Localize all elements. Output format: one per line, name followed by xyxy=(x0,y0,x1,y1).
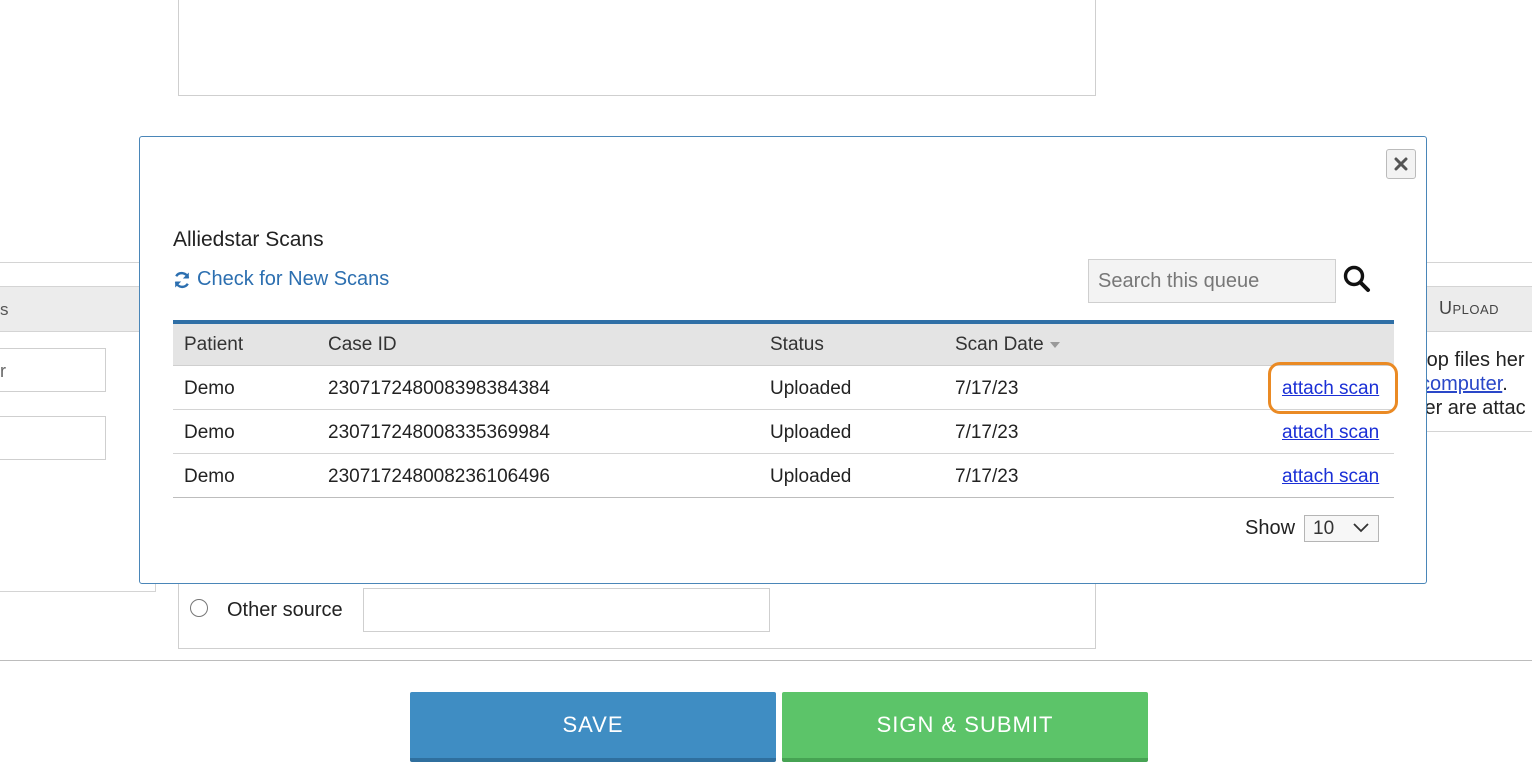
cell-patient: Demo xyxy=(184,422,235,443)
cell-case-id: 230717248008398384384 xyxy=(328,378,550,399)
left-panel-header xyxy=(0,286,140,332)
check-new-scans-link[interactable]: Check for New Scans xyxy=(173,268,389,291)
cell-status: Uploaded xyxy=(770,422,852,443)
page-size-value: 10 xyxy=(1313,517,1335,539)
cell-case-id: 230717248008335369984 xyxy=(328,422,550,443)
search-input[interactable] xyxy=(1088,259,1336,303)
upload-attached-text: ler are attac xyxy=(1420,397,1526,419)
sort-desc-icon xyxy=(1049,341,1060,348)
close-button[interactable] xyxy=(1386,149,1416,179)
cell-patient: Demo xyxy=(184,466,235,487)
left-panel-input-text: r xyxy=(0,361,6,381)
other-source-radio[interactable] xyxy=(190,599,208,617)
upload-panel-title: Upload xyxy=(1439,298,1500,318)
cell-patient: Demo xyxy=(184,378,235,399)
cell-status: Uploaded xyxy=(770,378,852,399)
cell-status: Uploaded xyxy=(770,466,852,487)
other-source-label: Other source xyxy=(227,599,343,621)
cell-scan-date: 7/17/23 xyxy=(955,466,1019,487)
refresh-icon xyxy=(174,271,190,288)
save-button[interactable]: SAVE xyxy=(410,692,776,762)
page-size-select[interactable]: 10 xyxy=(1304,515,1379,542)
check-new-scans-label: Check for New Scans xyxy=(197,268,390,290)
other-source-input[interactable] xyxy=(363,588,770,632)
attach-scan-link[interactable]: attach scan xyxy=(1282,466,1379,488)
cell-case-id: 230717248008236106496 xyxy=(328,466,550,487)
attach-scan-highlight xyxy=(1268,362,1398,414)
show-label: Show xyxy=(1245,517,1296,539)
column-header-patient[interactable]: Patient xyxy=(184,334,243,356)
divider xyxy=(0,660,1532,661)
column-header-scan-date-label: Scan Date xyxy=(955,334,1044,355)
search-icon xyxy=(1343,265,1370,292)
close-icon xyxy=(1394,157,1408,171)
modal-title: Alliedstar Scans xyxy=(173,228,324,251)
column-header-status[interactable]: Status xyxy=(770,334,824,356)
chevron-down-icon xyxy=(1353,523,1369,533)
cell-scan-date: 7/17/23 xyxy=(955,422,1019,443)
upload-drop-text: rop files her xyxy=(1420,349,1525,371)
attach-scan-link[interactable]: attach scan xyxy=(1282,422,1379,444)
left-panel-input-1[interactable] xyxy=(0,348,106,392)
upload-browse-line: computer. xyxy=(1420,373,1508,396)
upload-browse-suffix: . xyxy=(1502,373,1508,395)
search-button[interactable] xyxy=(1342,264,1372,296)
upload-computer-link[interactable]: computer xyxy=(1420,373,1502,395)
notes-textarea[interactable] xyxy=(178,0,1096,96)
sign-submit-button[interactable]: SIGN & SUBMIT xyxy=(782,692,1148,762)
cell-scan-date: 7/17/23 xyxy=(955,378,1019,399)
left-panel-header-text: s xyxy=(0,300,9,319)
column-header-case-id[interactable]: Case ID xyxy=(328,334,397,356)
left-panel-input-2[interactable] xyxy=(0,416,106,460)
column-header-scan-date[interactable]: Scan Date xyxy=(955,334,1060,356)
